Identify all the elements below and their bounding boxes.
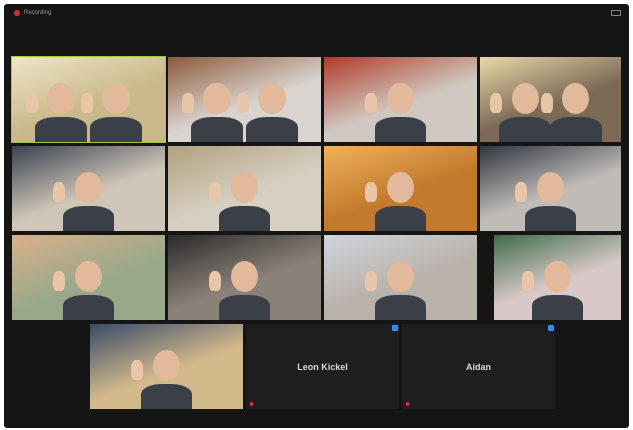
waving-hand bbox=[365, 92, 378, 114]
waving-hand bbox=[522, 270, 535, 292]
participant-face bbox=[386, 260, 415, 292]
participant-tile[interactable] bbox=[90, 324, 243, 409]
participant-face bbox=[203, 82, 231, 114]
participant-name: Aidan bbox=[465, 361, 491, 372]
participant-body bbox=[90, 116, 142, 142]
participant-body bbox=[246, 116, 298, 142]
participant-face bbox=[386, 171, 415, 203]
participant-tile[interactable] bbox=[494, 235, 621, 320]
participant-face bbox=[102, 82, 130, 114]
waving-hand bbox=[489, 92, 502, 114]
mic-off-icon bbox=[250, 402, 253, 406]
participant-face bbox=[258, 82, 286, 114]
participant-body bbox=[191, 116, 243, 142]
participant-tile[interactable] bbox=[324, 57, 477, 142]
participant-body bbox=[524, 205, 577, 231]
participant-body bbox=[374, 205, 427, 231]
participant-face bbox=[511, 82, 539, 114]
participant-tile[interactable] bbox=[12, 235, 165, 320]
waving-hand bbox=[515, 181, 528, 203]
participant-tile[interactable] bbox=[11, 56, 166, 143]
participant-body bbox=[218, 294, 271, 320]
participant-tile[interactable] bbox=[168, 235, 321, 320]
waving-hand bbox=[365, 270, 378, 292]
participant-body bbox=[550, 116, 602, 142]
participant-tile[interactable] bbox=[168, 146, 321, 231]
muted-indicator-icon bbox=[548, 325, 554, 331]
participant-body bbox=[218, 205, 271, 231]
waving-hand bbox=[53, 181, 66, 203]
title-bar: Recording bbox=[4, 4, 629, 22]
participant-tile[interactable] bbox=[12, 146, 165, 231]
participant-body bbox=[499, 116, 551, 142]
participant-body bbox=[374, 116, 427, 142]
recording-icon bbox=[14, 10, 20, 16]
participant-face bbox=[74, 171, 103, 203]
participant-tile[interactable] bbox=[480, 57, 621, 142]
participant-tile[interactable] bbox=[324, 146, 477, 231]
participant-name: Leon Kickel bbox=[297, 361, 348, 372]
participant-face bbox=[74, 260, 103, 292]
participant-body bbox=[35, 116, 87, 142]
participant-face bbox=[536, 171, 565, 203]
participant-body bbox=[140, 383, 193, 409]
waving-hand bbox=[25, 92, 38, 114]
participant-tile-video-off[interactable]: Aidan bbox=[402, 324, 555, 409]
participant-body bbox=[62, 205, 115, 231]
waving-hand bbox=[209, 181, 222, 203]
muted-indicator-icon bbox=[392, 325, 398, 331]
participant-face bbox=[152, 349, 181, 381]
mic-off-icon bbox=[406, 402, 409, 406]
waving-hand bbox=[80, 92, 93, 114]
view-toggle-icon[interactable] bbox=[611, 10, 621, 16]
waving-hand bbox=[365, 181, 378, 203]
waving-hand bbox=[131, 359, 144, 381]
participant-face bbox=[562, 82, 590, 114]
participant-face bbox=[230, 260, 259, 292]
waving-hand bbox=[236, 92, 249, 114]
participant-tile-video-off[interactable]: Leon Kickel bbox=[246, 324, 399, 409]
waving-hand bbox=[209, 270, 222, 292]
participant-tile[interactable] bbox=[324, 235, 477, 320]
participant-tile[interactable] bbox=[168, 57, 321, 142]
participant-face bbox=[230, 171, 259, 203]
participant-body bbox=[531, 294, 584, 320]
recording-label: Recording bbox=[24, 10, 52, 16]
participant-face bbox=[543, 260, 572, 292]
waving-hand bbox=[181, 92, 194, 114]
waving-hand bbox=[540, 92, 553, 114]
zoom-window: Recording Leon Kickel Aidan bbox=[4, 4, 629, 428]
participant-face bbox=[386, 82, 415, 114]
participant-body bbox=[62, 294, 115, 320]
participant-face bbox=[47, 82, 75, 114]
participant-body bbox=[374, 294, 427, 320]
participant-tile[interactable] bbox=[480, 146, 621, 231]
waving-hand bbox=[53, 270, 66, 292]
